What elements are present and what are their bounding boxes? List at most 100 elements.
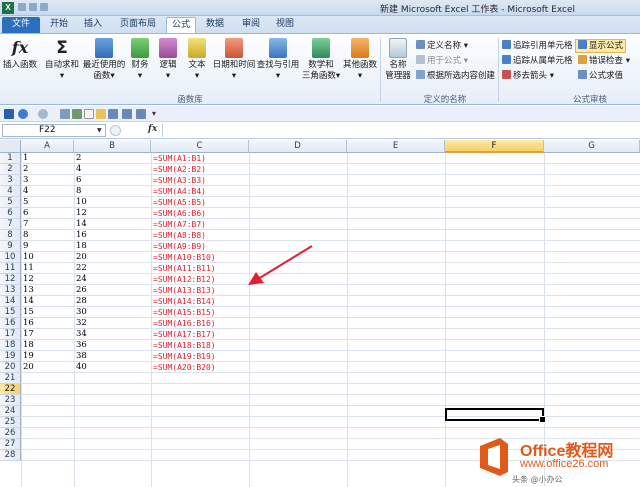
cell-a15[interactable]: 15 (23, 307, 34, 318)
row-header[interactable]: 6 (0, 208, 21, 219)
row-header[interactable]: 27 (0, 439, 21, 450)
row-header[interactable]: 9 (0, 241, 21, 252)
undo-icon[interactable] (18, 109, 28, 119)
column-header-b[interactable]: B (74, 140, 151, 153)
cell-a7[interactable]: 7 (23, 219, 28, 230)
row-header[interactable]: 23 (0, 395, 21, 406)
row-header[interactable]: 25 (0, 417, 21, 428)
cell-b16[interactable]: 32 (76, 318, 87, 329)
cell-b6[interactable]: 12 (76, 208, 87, 219)
use-in-formula-button[interactable]: 用于公式 ▾ (416, 55, 468, 67)
column-header-e[interactable]: E (347, 140, 445, 153)
math-trig-button[interactable]: 数学和 三角函数▾ (300, 38, 342, 82)
cell-a1[interactable]: 1 (23, 153, 28, 164)
cell-a13[interactable]: 13 (23, 285, 34, 296)
tab-insert[interactable]: 插入 (78, 17, 108, 33)
row-header[interactable]: 21 (0, 373, 21, 384)
row-header[interactable]: 8 (0, 230, 21, 241)
cell-b9[interactable]: 18 (76, 241, 87, 252)
show-formulas-button[interactable]: 显示公式 (575, 39, 627, 53)
name-box[interactable]: F22 (2, 124, 106, 137)
cell-b5[interactable]: 10 (76, 197, 87, 208)
excel-logo-icon[interactable]: X (2, 2, 14, 14)
financial-button[interactable]: 财务 ▾ (128, 38, 152, 82)
evaluate-formula-button[interactable]: 公式求值 (578, 70, 623, 82)
cell-a14[interactable]: 14 (23, 296, 34, 307)
logical-button[interactable]: 逻辑 ▾ (156, 38, 180, 82)
row-header[interactable]: 19 (0, 351, 21, 362)
cell-c9[interactable]: =SUM(A9:B9) (153, 241, 206, 252)
column-header-d[interactable]: D (249, 140, 347, 153)
row-header[interactable]: 26 (0, 428, 21, 439)
cell-c19[interactable]: =SUM(A19:B19) (153, 351, 216, 362)
cell-b12[interactable]: 24 (76, 274, 87, 285)
row-header[interactable]: 13 (0, 285, 21, 296)
cell-c2[interactable]: =SUM(A2:B2) (153, 164, 206, 175)
cell-a3[interactable]: 3 (23, 175, 28, 186)
row-header[interactable]: 12 (0, 274, 21, 285)
cell-b1[interactable]: 2 (76, 153, 81, 164)
row-header[interactable]: 5 (0, 197, 21, 208)
column-header-c[interactable]: C (151, 140, 249, 153)
tab-page-layout[interactable]: 页面布局 (114, 17, 162, 33)
print-preview-icon[interactable] (60, 109, 70, 119)
cell-c17[interactable]: =SUM(A17:B17) (153, 329, 216, 340)
cell-b3[interactable]: 6 (76, 175, 81, 186)
redo-icon[interactable] (38, 109, 48, 119)
row-header[interactable]: 15 (0, 307, 21, 318)
cell-b7[interactable]: 14 (76, 219, 87, 230)
save-icon[interactable] (4, 109, 14, 119)
insert-function-button[interactable]: fx 插入函数 (2, 38, 38, 71)
cell-a18[interactable]: 18 (23, 340, 34, 351)
row-header[interactable]: 4 (0, 186, 21, 197)
define-name-button[interactable]: 定义名称 ▾ (416, 40, 468, 52)
cell-c8[interactable]: =SUM(A8:B8) (153, 230, 206, 241)
cell-c10[interactable]: =SUM(A10:B10) (153, 252, 216, 263)
row-header[interactable]: 28 (0, 450, 21, 461)
tab-formulas[interactable]: 公式 (166, 17, 196, 33)
tab-data[interactable]: 数据 (200, 17, 230, 33)
cell-b10[interactable]: 20 (76, 252, 87, 263)
cell-c4[interactable]: =SUM(A4:B4) (153, 186, 206, 197)
cell-a5[interactable]: 5 (23, 197, 28, 208)
cell-c12[interactable]: =SUM(A12:B12) (153, 274, 216, 285)
cell-a8[interactable]: 8 (23, 230, 28, 241)
trace-precedents-button[interactable]: 追踪引用单元格 (502, 40, 573, 52)
row-header[interactable]: 14 (0, 296, 21, 307)
print-icon[interactable] (72, 109, 82, 119)
row-header[interactable]: 3 (0, 175, 21, 186)
spreadsheet-grid[interactable]: A B C D E F G 1 1 2 =SUM(A1:B1) 2 2 4 =SUM(A2:B… (0, 140, 640, 487)
cell-c16[interactable]: =SUM(A16:B16) (153, 318, 216, 329)
save-icon[interactable] (18, 3, 26, 11)
column-header-f[interactable]: F (445, 140, 544, 153)
name-manager-button[interactable]: 名称 管理器 (383, 38, 413, 82)
open-folder-icon[interactable] (96, 109, 106, 119)
row-header[interactable]: 17 (0, 329, 21, 340)
cell-b2[interactable]: 4 (76, 164, 81, 175)
cell-a12[interactable]: 12 (23, 274, 34, 285)
formula-input[interactable] (162, 124, 638, 137)
cell-a4[interactable]: 4 (23, 186, 28, 197)
cell-a20[interactable]: 20 (23, 362, 34, 373)
tab-file[interactable]: 文件 (2, 17, 40, 33)
row-header[interactable]: 22 (0, 384, 21, 395)
cell-b17[interactable]: 34 (76, 329, 87, 340)
remove-arrows-button[interactable]: 移去箭头 ▾ (502, 70, 554, 82)
column-header-g[interactable]: G (544, 140, 640, 153)
more-functions-button[interactable]: 其他函数 ▾ (342, 38, 378, 82)
filter-icon[interactable] (136, 109, 146, 119)
trace-dependents-button[interactable]: 追踪从属单元格 (502, 55, 573, 67)
date-time-button[interactable]: 日期和时间 ▾ (212, 38, 256, 82)
cell-c15[interactable]: =SUM(A15:B15) (153, 307, 216, 318)
tab-review[interactable]: 审阅 (236, 17, 266, 33)
row-header[interactable]: 16 (0, 318, 21, 329)
cell-c18[interactable]: =SUM(A18:B18) (153, 340, 216, 351)
cell-b15[interactable]: 30 (76, 307, 87, 318)
row-header[interactable]: 18 (0, 340, 21, 351)
text-button[interactable]: 文本 ▾ (185, 38, 209, 82)
sort-asc-icon[interactable] (108, 109, 118, 119)
create-from-selection-button[interactable]: 根据所选内容创建 (416, 70, 495, 82)
row-header[interactable]: 2 (0, 164, 21, 175)
cell-a16[interactable]: 16 (23, 318, 34, 329)
recently-used-button[interactable]: 最近使用的 函数▾ (82, 38, 126, 82)
